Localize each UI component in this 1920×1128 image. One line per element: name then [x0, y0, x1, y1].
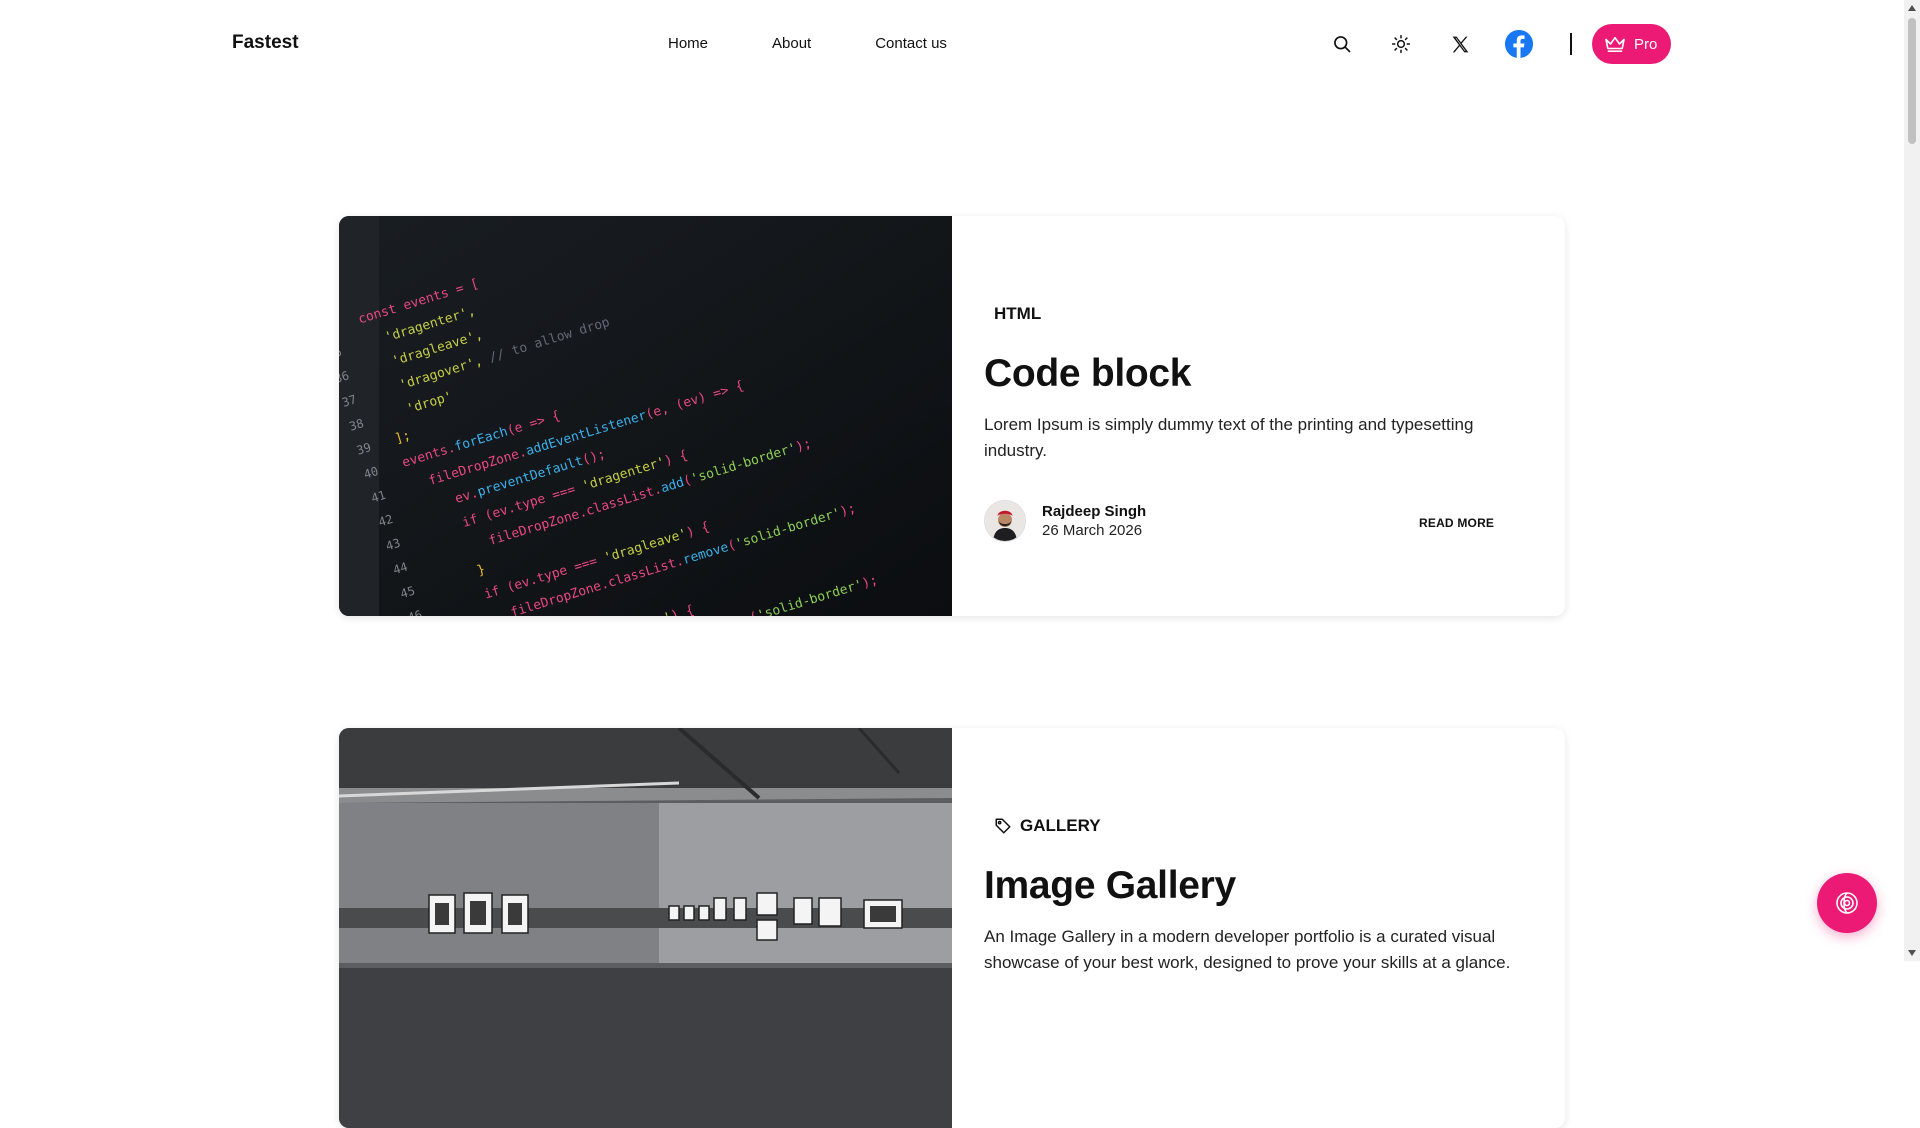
- post-excerpt: Lorem Ipsum is simply dummy text of the …: [984, 415, 1474, 460]
- read-more-link[interactable]: READ MORE: [1419, 516, 1494, 530]
- post-body: HTML Code block Lorem Ipsum is simply du…: [984, 216, 1565, 616]
- support-icon: [1836, 892, 1858, 914]
- header-actions: Pro: [1325, 24, 1672, 64]
- site-logo[interactable]: Fastest: [232, 32, 299, 54]
- pro-label: Pro: [1634, 35, 1658, 53]
- post-category[interactable]: GALLERY: [994, 816, 1101, 836]
- tag-icon: [995, 818, 1011, 834]
- scroll-down-arrow[interactable]: [1904, 945, 1920, 961]
- post-date: 26 March 2026: [1042, 522, 1143, 539]
- site-header: Fastest Home About Contact us Pro: [0, 0, 1904, 88]
- post-body: GALLERY Image Gallery An Image Gallery i…: [984, 728, 1565, 1128]
- avatar: [984, 500, 1026, 542]
- nav-home[interactable]: Home: [668, 35, 708, 52]
- page-scrollbar[interactable]: [1904, 0, 1920, 961]
- nav-contact[interactable]: Contact us: [875, 35, 947, 52]
- post-category-label: HTML: [994, 304, 1042, 323]
- post-category[interactable]: HTML: [994, 304, 1041, 324]
- search-icon[interactable]: [1325, 27, 1359, 61]
- post-image-gallery[interactable]: [339, 728, 952, 1128]
- scroll-thumb[interactable]: [1908, 18, 1916, 144]
- sun-icon[interactable]: [1384, 27, 1418, 61]
- post-title[interactable]: Code block: [984, 352, 1192, 396]
- pro-button[interactable]: Pro: [1592, 24, 1672, 64]
- chat-widget-button[interactable]: [1817, 873, 1877, 933]
- facebook-icon[interactable]: [1502, 27, 1536, 61]
- scroll-up-arrow[interactable]: [1904, 0, 1920, 16]
- header-divider: [1570, 33, 1572, 55]
- post-image-code[interactable]: 343536 373839 404142 434445 464748 49505…: [339, 216, 952, 616]
- nav-about[interactable]: About: [772, 35, 811, 52]
- x-twitter-icon[interactable]: [1443, 27, 1477, 61]
- author-name[interactable]: Rajdeep Singh: [1042, 503, 1146, 520]
- post-card[interactable]: 343536 373839 404142 434445 464748 49505…: [339, 216, 1565, 616]
- post-title[interactable]: Image Gallery: [984, 864, 1236, 908]
- post-excerpt: An Image Gallery in a modern developer p…: [984, 927, 1511, 972]
- main-nav: Home About Contact us: [668, 35, 947, 52]
- post-author: Rajdeep Singh 26 March 2026: [984, 500, 1146, 542]
- post-card[interactable]: GALLERY Image Gallery An Image Gallery i…: [339, 728, 1565, 1128]
- post-category-label: GALLERY: [1020, 816, 1101, 835]
- crown-icon: [1605, 36, 1625, 53]
